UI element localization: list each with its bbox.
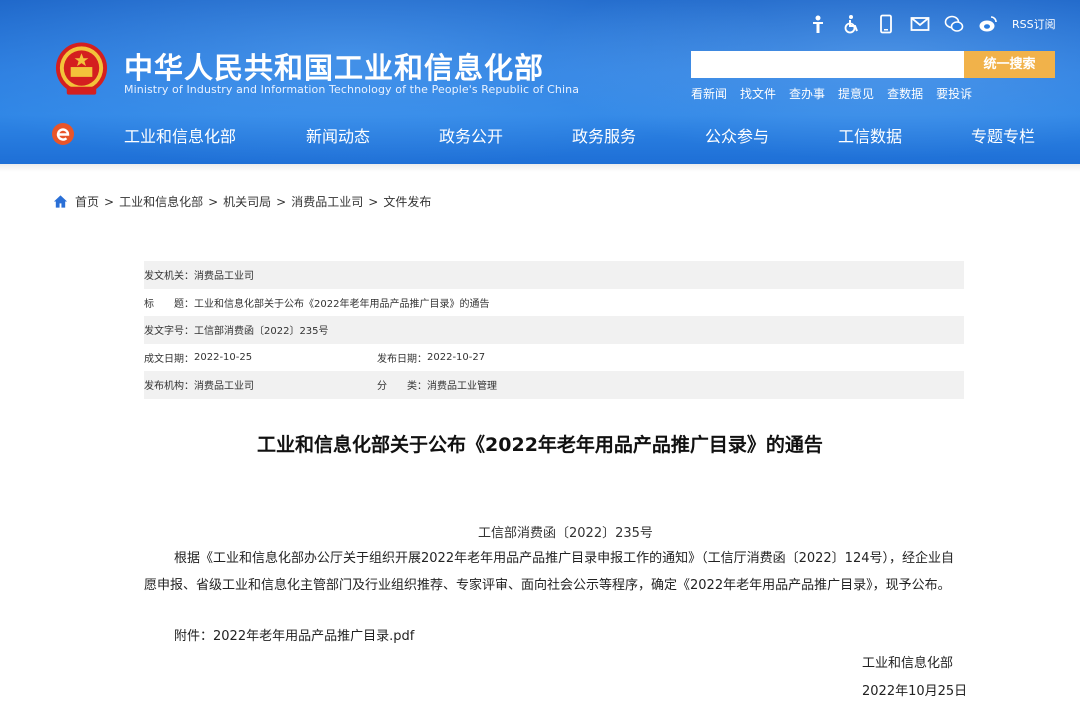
quick-link-news[interactable]: 看新闻 xyxy=(691,85,727,102)
meta-value: 2022-10-27 xyxy=(427,351,486,363)
unified-search-button[interactable]: 统一搜索 xyxy=(964,51,1055,78)
meta-row-title: 标 题： 工业和信息化部关于公布《2022年老年用品产品推广目录》的通告 xyxy=(144,289,964,317)
nav-item-news[interactable]: 新闻动态 xyxy=(306,123,370,147)
mail-icon[interactable] xyxy=(910,13,930,35)
meta-label: 成文日期： xyxy=(144,353,194,365)
document-meta-table: 发文机关： 消费品工业司 标 题： 工业和信息化部关于公布《2022年老年用品产… xyxy=(144,261,964,399)
meta-label: 发布机构： xyxy=(144,381,194,393)
meta-cell: 成文日期： 2022-10-25 xyxy=(144,350,377,365)
breadcrumb-separator: > xyxy=(104,194,115,209)
wechat-icon[interactable] xyxy=(944,13,964,35)
meta-row-agency: 发布机构： 消费品工业司 分 类： 消费品工业管理 xyxy=(144,371,964,399)
meta-cell: 发布机构： 消费品工业司 xyxy=(144,377,377,392)
article-doc-number: 工信部消费函〔2022〕235号 xyxy=(478,526,653,541)
breadcrumb-documents[interactable]: 文件发布 xyxy=(383,193,431,210)
meta-value: 消费品工业司 xyxy=(194,381,254,393)
meta-row-issuer: 发文机关： 消费品工业司 xyxy=(144,261,964,289)
nav-item-special-topics[interactable]: 专题专栏 xyxy=(971,123,1035,147)
breadcrumb: 首页 > 工业和信息化部 > 机关司局 > 消费品工业司 > 文件发布 xyxy=(53,193,431,210)
meta-value: 消费品工业司 xyxy=(194,271,254,283)
site-title[interactable]: 中华人民共和国工业和信息化部 xyxy=(124,45,544,87)
site-subtitle: Ministry of Industry and Information Tec… xyxy=(124,83,580,96)
nav-item-miit[interactable]: 工业和信息化部 xyxy=(124,123,236,147)
quick-link-documents[interactable]: 找文件 xyxy=(740,85,776,102)
attachment-link[interactable]: 附件：2022年老年用品产品推广目录.pdf xyxy=(174,625,414,644)
accessibility-person-icon[interactable] xyxy=(808,13,828,35)
e-government-logo-icon[interactable] xyxy=(51,122,75,146)
meta-label: 发文字号： xyxy=(144,326,194,338)
meta-label: 发文机关： xyxy=(144,271,194,283)
national-emblem-logo[interactable] xyxy=(53,41,110,99)
site-header: 中华人民共和国工业和信息化部 Ministry of Industry and … xyxy=(0,0,1080,164)
quick-links: 看新闻 找文件 查办事 提意见 查数据 要投诉 xyxy=(691,85,985,102)
main-nav: 工业和信息化部 新闻动态 政务公开 政务服务 公众参与 工信数据 专题专栏 xyxy=(0,110,1080,158)
breadcrumb-separator: > xyxy=(208,194,219,209)
meta-row-dates: 成文日期： 2022-10-25 发布日期： 2022-10-27 xyxy=(144,344,964,372)
meta-label: 发布日期： xyxy=(377,353,427,365)
signature-date: 2022年10月25日 xyxy=(862,684,968,699)
signature-organization: 工业和信息化部 xyxy=(862,656,954,671)
home-icon xyxy=(53,195,68,208)
header-shadow xyxy=(0,164,1080,172)
article-paragraph: 根据《工业和信息化部办公厅关于组织开展2022年老年用品产品推广目录申报工作的通… xyxy=(144,551,954,593)
meta-cell: 分 类： 消费品工业管理 xyxy=(377,377,497,392)
rss-subscribe-link[interactable]: RSS订阅 xyxy=(1012,16,1056,32)
breadcrumb-separator: > xyxy=(368,194,379,209)
search-input[interactable] xyxy=(691,51,964,78)
wheelchair-icon[interactable] xyxy=(842,13,862,35)
top-toolbar: RSS订阅 xyxy=(808,12,1056,36)
quick-link-data[interactable]: 查数据 xyxy=(887,85,923,102)
nav-item-gov-affairs[interactable]: 政务公开 xyxy=(439,123,503,147)
nav-item-gov-services[interactable]: 政务服务 xyxy=(572,123,636,147)
weibo-icon[interactable] xyxy=(978,13,998,35)
meta-value: 工业和信息化部关于公布《2022年老年用品产品推广目录》的通告 xyxy=(194,298,490,310)
meta-value: 工信部消费函〔2022〕235号 xyxy=(194,326,329,338)
breadcrumb-miit[interactable]: 工业和信息化部 xyxy=(119,193,203,210)
meta-label: 分 类： xyxy=(377,381,427,393)
quick-link-services[interactable]: 查办事 xyxy=(789,85,825,102)
meta-value: 2022-10-25 xyxy=(194,351,253,363)
breadcrumb-consumer-goods[interactable]: 消费品工业司 xyxy=(291,193,363,210)
nav-item-public-participation[interactable]: 公众参与 xyxy=(705,123,769,147)
article-title: 工业和信息化部关于公布《2022年老年用品产品推广目录》的通告 xyxy=(257,434,823,456)
quick-link-feedback[interactable]: 提意见 xyxy=(838,85,874,102)
meta-row-doc-number: 发文字号： 工信部消费函〔2022〕235号 xyxy=(144,316,964,344)
nav-item-data[interactable]: 工信数据 xyxy=(838,123,902,147)
breadcrumb-departments[interactable]: 机关司局 xyxy=(223,193,271,210)
meta-cell: 发布日期： 2022-10-27 xyxy=(377,350,485,365)
meta-value: 消费品工业管理 xyxy=(427,381,497,393)
breadcrumb-separator: > xyxy=(276,194,287,209)
quick-link-complaints[interactable]: 要投诉 xyxy=(936,85,972,102)
mobile-phone-icon[interactable] xyxy=(876,13,896,35)
breadcrumb-home[interactable]: 首页 xyxy=(75,193,99,210)
meta-label: 标 题： xyxy=(144,298,194,310)
